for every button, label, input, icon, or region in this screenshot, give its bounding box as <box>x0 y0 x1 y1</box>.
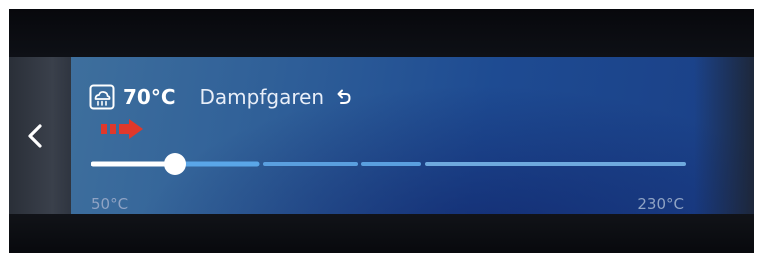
device-photo: 70°C Dampfgaren 50°C 230°C <box>9 9 754 253</box>
slider-max-label: 230°C <box>637 195 684 213</box>
top-bezel <box>9 9 754 57</box>
slider-min-label: 50°C <box>91 195 129 213</box>
chevron-left-icon <box>28 124 42 148</box>
temperature-value: 70°C <box>123 85 176 109</box>
program-name[interactable]: Dampfgaren <box>200 85 325 109</box>
temperature-slider[interactable] <box>91 153 686 175</box>
bottom-bezel <box>9 214 754 253</box>
screen-edge-shade <box>694 57 754 214</box>
left-nav-strip <box>9 57 71 214</box>
oven-display: 70°C Dampfgaren 50°C 230°C <box>71 57 754 214</box>
steam-cloud-icon <box>89 84 115 110</box>
back-button[interactable] <box>21 121 51 151</box>
program-header: 70°C Dampfgaren <box>89 82 352 112</box>
undo-arrow-icon[interactable] <box>334 87 352 107</box>
red-dashed-arrow-icon <box>101 119 143 139</box>
slider-knob[interactable] <box>164 153 186 175</box>
